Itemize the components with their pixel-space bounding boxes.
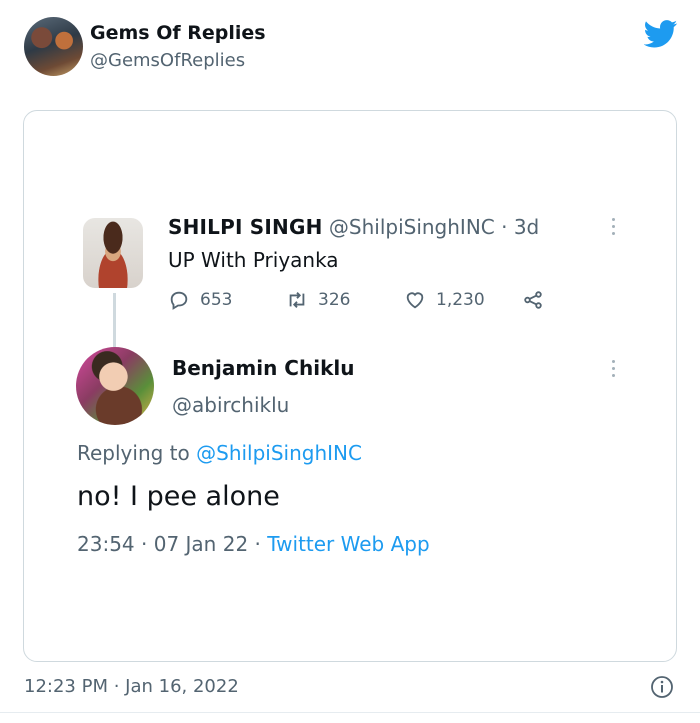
reply-more-icon xyxy=(610,360,616,382)
author-handle[interactable]: @GemsOfReplies xyxy=(90,50,245,71)
reply-avatar xyxy=(76,347,154,425)
parent-like-action: 1,230 xyxy=(404,289,485,311)
parent-author-handle: @ShilpiSinghINC xyxy=(328,215,495,239)
parent-retweet-action: 326 xyxy=(286,289,350,311)
tweet-embed: Gems Of Replies @GemsOfReplies SHILPI SI… xyxy=(0,0,700,723)
author-avatar[interactable] xyxy=(24,17,83,76)
reply-source: Twitter Web App xyxy=(267,532,430,556)
tweet-timestamp[interactable]: 12:23 PM · Jan 16, 2022 xyxy=(24,676,239,697)
twitter-bird-icon[interactable] xyxy=(644,20,678,48)
replying-prefix: Replying to xyxy=(77,441,190,465)
share-icon xyxy=(524,291,542,309)
reply-count: 653 xyxy=(200,290,233,310)
reply-tweet-text: no! I pee alone xyxy=(77,481,280,512)
retweet-icon xyxy=(289,292,305,308)
parent-avatar xyxy=(83,218,143,288)
parent-age: 3d xyxy=(513,215,540,239)
reply-time: 23:54 xyxy=(77,532,135,556)
parent-reply-action: 653 xyxy=(168,289,232,311)
parent-more-icon xyxy=(610,218,616,240)
parent-separator: · xyxy=(501,215,508,239)
reply-author-handle: @abirchiklu xyxy=(172,393,290,417)
parent-tweet-text: UP With Priyanka xyxy=(168,248,339,272)
replying-mention: @ShilpiSinghINC xyxy=(196,441,362,465)
reply-author-name: Benjamin Chiklu xyxy=(172,356,355,380)
reply-tweet-meta: 23:54 · 07 Jan 22 · Twitter Web App xyxy=(77,532,430,556)
retweet-count: 326 xyxy=(318,290,351,310)
parent-author-name: SHILPI SINGH xyxy=(168,215,323,239)
thread-connector xyxy=(113,293,116,347)
parent-share-action xyxy=(522,289,554,311)
author-display-name[interactable]: Gems Of Replies xyxy=(90,22,266,44)
comment-icon xyxy=(170,291,188,310)
heart-icon xyxy=(406,292,424,309)
divider xyxy=(0,712,700,713)
like-count: 1,230 xyxy=(436,290,485,310)
replying-to-line: Replying to @ShilpiSinghINC xyxy=(77,441,362,465)
info-icon[interactable] xyxy=(650,675,674,699)
screenshot-card: SHILPI SINGH @ShilpiSinghINC · 3d UP Wit… xyxy=(23,110,677,662)
reply-separator-1: · xyxy=(141,532,148,556)
parent-tweet-header: SHILPI SINGH @ShilpiSinghINC · 3d xyxy=(168,215,539,239)
reply-separator-2: · xyxy=(254,532,261,556)
reply-date: 07 Jan 22 xyxy=(153,532,249,556)
